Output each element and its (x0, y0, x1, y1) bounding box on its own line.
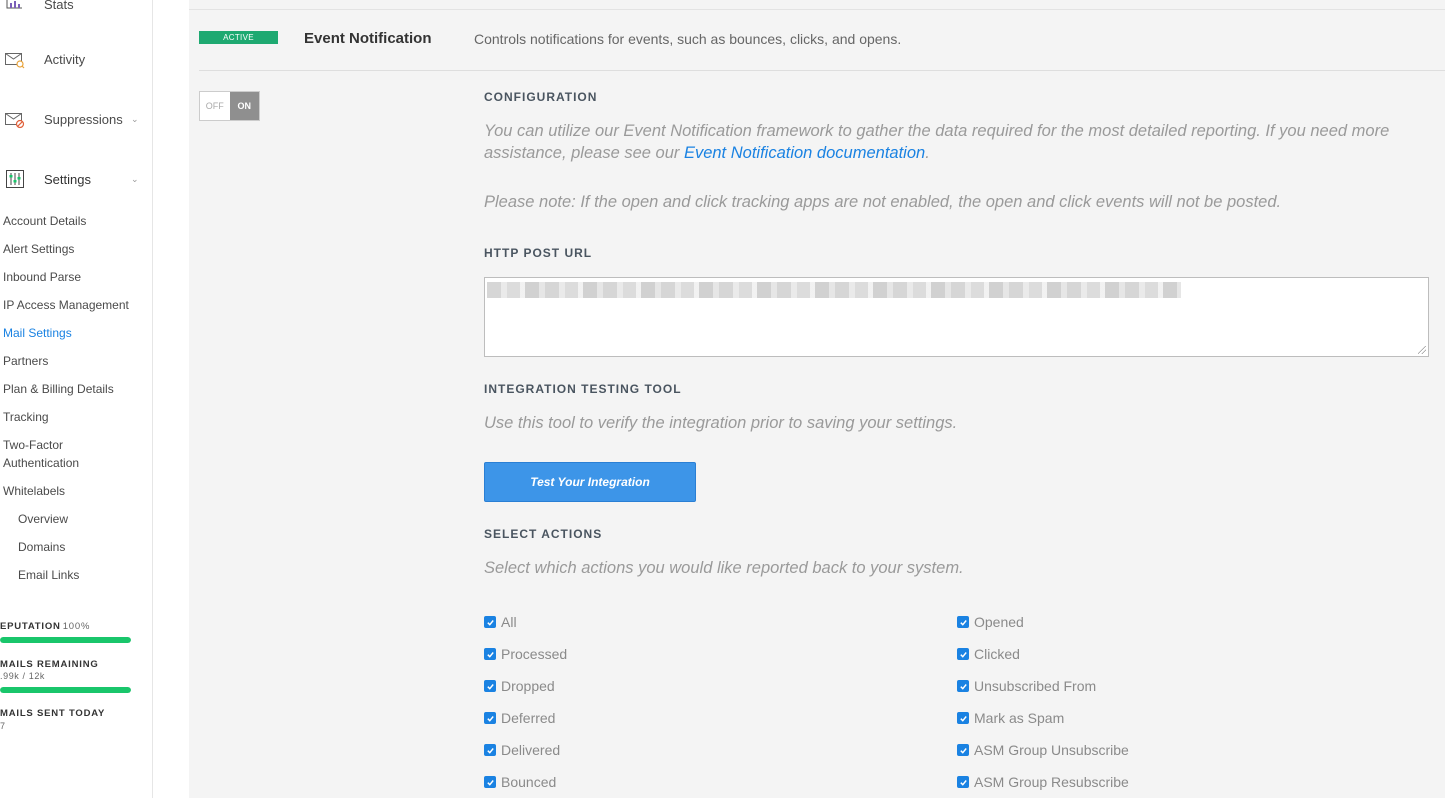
checkbox-checked-icon[interactable] (957, 776, 969, 788)
docs-link[interactable]: Event Notification documentation (684, 144, 925, 162)
settings-item-whitelabels[interactable]: Whitelabels (3, 482, 65, 500)
http-post-url-title: HTTP POST URL (484, 246, 593, 260)
settings-item-account-details[interactable]: Account Details (3, 212, 86, 230)
action-checkbox-delivered[interactable]: Delivered (484, 742, 560, 758)
emails-remaining-bar (0, 687, 131, 693)
integration-title: INTEGRATION TESTING TOOL (484, 382, 682, 396)
nav-settings[interactable]: Settings ⌄ (0, 167, 152, 191)
action-checkbox-label: Clicked (974, 646, 1020, 662)
action-checkbox-clicked[interactable]: Clicked (957, 646, 1020, 662)
whitelabel-item-overview[interactable]: Overview (18, 510, 68, 528)
emails-remaining-value: .99k / 12k (0, 671, 46, 681)
action-checkbox-label: Opened (974, 614, 1024, 630)
emails-remaining-title: MAILS REMAINING (0, 659, 99, 670)
checkbox-checked-icon[interactable] (957, 680, 969, 692)
reputation-bar-fill (0, 637, 131, 643)
settings-item-plan-billing[interactable]: Plan & Billing Details (3, 380, 114, 398)
configuration-text: You can utilize our Event Notification f… (484, 122, 1390, 162)
setting-title[interactable]: Event Notification (304, 30, 432, 47)
toggle-on[interactable]: ON (229, 92, 259, 120)
action-checkbox-asm-group-resubscribe[interactable]: ASM Group Resubscribe (957, 774, 1129, 790)
emails-sent-title: MAILS SENT TODAY (0, 708, 106, 719)
settings-item-two-factor[interactable]: Two-Factor (3, 436, 63, 454)
action-checkbox-label: Mark as Spam (974, 710, 1065, 726)
test-integration-button[interactable]: Test Your Integration (484, 462, 696, 502)
checkbox-checked-icon[interactable] (957, 648, 969, 660)
action-checkbox-bounced[interactable]: Bounced (484, 774, 556, 790)
nav-suppressions[interactable]: Suppressions ⌄ (0, 107, 152, 131)
reputation-value: 100% (62, 621, 91, 632)
status-badge: ACTIVE (199, 31, 278, 44)
action-checkbox-label: Bounced (501, 774, 557, 790)
reputation-bar (0, 637, 131, 643)
toggle-off[interactable]: OFF (200, 92, 230, 120)
chevron-down-icon: ⌄ (131, 113, 139, 124)
activity-icon (4, 49, 26, 69)
action-checkbox-label: Deferred (501, 710, 556, 726)
http-post-url-input[interactable] (484, 277, 1429, 357)
action-checkbox-label: All (501, 614, 517, 630)
whitelabel-item-email-links[interactable]: Email Links (18, 566, 79, 584)
action-checkbox-opened[interactable]: Opened (957, 614, 1024, 630)
action-checkbox-asm-group-unsubscribe[interactable]: ASM Group Unsubscribe (957, 742, 1129, 758)
divider (189, 9, 1445, 10)
action-checkbox-deferred[interactable]: Deferred (484, 710, 555, 726)
action-checkbox-unsubscribed-from[interactable]: Unsubscribed From (957, 678, 1096, 694)
checkbox-checked-icon[interactable] (957, 744, 969, 756)
sidebar: Stats Activity Suppressions ⌄ Settings ⌄… (0, 0, 153, 798)
nav-stats[interactable]: Stats (0, 0, 152, 16)
action-checkbox-label: Dropped (501, 678, 555, 694)
checkbox-checked-icon[interactable] (484, 776, 496, 788)
action-checkbox-label: Unsubscribed From (974, 678, 1097, 694)
reputation-title: EPUTATION 100% (0, 621, 91, 632)
select-actions-title: SELECT ACTIONS (484, 527, 603, 541)
stats-icon (4, 0, 26, 14)
integration-description: Use this tool to verify the integration … (484, 414, 958, 432)
setting-description: Controls notifications for events, such … (474, 31, 902, 47)
nav-suppressions-label: Suppressions (44, 111, 123, 127)
checkbox-checked-icon[interactable] (484, 712, 496, 724)
settings-item-tracking[interactable]: Tracking (3, 408, 49, 426)
redacted-url-value (487, 282, 1181, 298)
emails-sent-value: 7 (0, 721, 6, 731)
whitelabel-item-domains[interactable]: Domains (18, 538, 65, 556)
configuration-note: Please note: If the open and click track… (484, 193, 1282, 211)
checkbox-checked-icon[interactable] (484, 616, 496, 628)
resize-handle-icon[interactable] (1418, 346, 1426, 354)
settings-item-inbound-parse[interactable]: Inbound Parse (3, 268, 81, 286)
emails-remaining-bar-fill (0, 687, 131, 693)
settings-item-ip-access[interactable]: IP Access Management (3, 296, 129, 314)
nav-settings-label: Settings (44, 171, 91, 187)
checkbox-checked-icon[interactable] (957, 616, 969, 628)
chevron-down-icon: ⌄ (131, 173, 139, 184)
settings-sliders-icon (4, 169, 26, 189)
settings-item-alert-settings[interactable]: Alert Settings (3, 240, 74, 258)
main-content: ACTIVE Event Notification Controls notif… (189, 0, 1445, 798)
settings-item-partners[interactable]: Partners (3, 352, 48, 370)
checkbox-checked-icon[interactable] (957, 712, 969, 724)
on-off-toggle[interactable]: OFF ON (199, 91, 260, 121)
action-checkbox-all[interactable]: All (484, 614, 517, 630)
action-checkbox-processed[interactable]: Processed (484, 646, 567, 662)
action-checkbox-label: Processed (501, 646, 568, 662)
select-actions-description: Select which actions you would like repo… (484, 559, 964, 577)
nav-activity-label: Activity (44, 51, 86, 67)
checkbox-checked-icon[interactable] (484, 744, 496, 756)
action-checkbox-label: Delivered (501, 742, 561, 758)
suppressions-icon (4, 109, 26, 129)
settings-item-two-factor-line2[interactable]: Authentication (3, 454, 79, 472)
divider (199, 70, 1445, 71)
checkbox-checked-icon[interactable] (484, 648, 496, 660)
configuration-title: CONFIGURATION (484, 90, 598, 104)
action-checkbox-label: ASM Group Unsubscribe (974, 742, 1129, 758)
checkbox-checked-icon[interactable] (484, 680, 496, 692)
action-checkbox-dropped[interactable]: Dropped (484, 678, 555, 694)
action-checkbox-label: ASM Group Resubscribe (974, 774, 1129, 790)
action-checkbox-mark-as-spam[interactable]: Mark as Spam (957, 710, 1064, 726)
nav-activity[interactable]: Activity (0, 47, 152, 71)
nav-stats-label: Stats (44, 0, 74, 12)
settings-item-mail-settings[interactable]: Mail Settings (3, 324, 72, 342)
